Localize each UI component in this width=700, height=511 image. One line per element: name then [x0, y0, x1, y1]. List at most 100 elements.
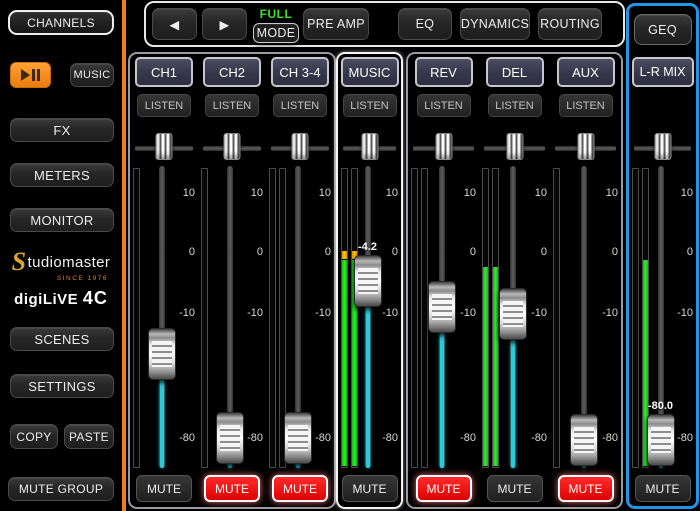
- fader-zone-lrmix: 100-10-80-80.0: [629, 166, 696, 470]
- level-meter-music-2: [351, 168, 358, 468]
- db-scale-label: 10: [307, 187, 331, 199]
- mute-button-ch1[interactable]: MUTE: [136, 475, 192, 502]
- channel-select-button-rev[interactable]: REV: [415, 57, 473, 87]
- level-meter-aux-1: [553, 168, 560, 468]
- mute-button-ch2[interactable]: MUTE: [204, 475, 260, 502]
- music-source-button[interactable]: MUSIC: [70, 63, 114, 87]
- fader-knob-ridges: [574, 427, 594, 453]
- listen-button-ch2[interactable]: LISTEN: [205, 94, 259, 117]
- geq-button[interactable]: GEQ: [634, 14, 692, 45]
- mute-button-del[interactable]: MUTE: [487, 475, 543, 502]
- db-scale-label: -80: [452, 432, 476, 444]
- mute-group-button[interactable]: MUTE GROUP: [8, 477, 114, 501]
- pan-knob-ch1[interactable]: [156, 133, 173, 160]
- dynamics-tab-button[interactable]: DYNAMICS: [460, 8, 530, 40]
- mixer-app: CHANNELS MUSIC FX METERS MONITOR Studiom…: [0, 0, 700, 511]
- monitor-button[interactable]: MONITOR: [10, 208, 114, 232]
- listen-button-music[interactable]: LISTEN: [343, 94, 397, 117]
- level-meter-rev-2: [421, 168, 428, 468]
- db-scale-label: -10: [523, 307, 547, 319]
- channel-select-button-ch1[interactable]: CH1: [135, 57, 193, 87]
- preamp-tab-button[interactable]: PRE AMP: [303, 8, 369, 40]
- channel-select-button-ch2[interactable]: CH2: [203, 57, 261, 87]
- mute-button-lrmix[interactable]: MUTE: [635, 475, 691, 502]
- mute-button-ch34[interactable]: MUTE: [272, 475, 328, 502]
- prev-channel-button[interactable]: ◀: [152, 8, 197, 40]
- pan-knob-music[interactable]: [361, 133, 378, 160]
- fader-value-readout-lrmix: -80.0: [639, 400, 683, 412]
- pan-knob-del[interactable]: [506, 133, 523, 160]
- digilive-logo: digiLiVE 4C: [0, 289, 122, 307]
- db-scale-label: -10: [669, 307, 693, 319]
- meter-level-fill: [483, 267, 488, 466]
- eq-tab-button[interactable]: EQ: [398, 8, 452, 40]
- meter-level-fill: [493, 267, 498, 466]
- fader-zone-ch1: 100-10-80: [130, 166, 198, 470]
- fader-knob-music[interactable]: [354, 255, 382, 307]
- main-mix-group: GEQ L-R MIX100-10-80-80.0MUTE: [626, 3, 699, 509]
- orange-divider: [122, 0, 126, 511]
- pan-knob-rev[interactable]: [435, 133, 452, 160]
- routing-tab-button[interactable]: ROUTING: [538, 8, 602, 40]
- level-meter-del-1: [482, 168, 489, 468]
- db-scale-label: 10: [669, 187, 693, 199]
- meters-button[interactable]: METERS: [10, 163, 114, 187]
- channel-select-button-lrmix[interactable]: L-R MIX: [632, 57, 694, 87]
- scenes-button[interactable]: SCENES: [10, 327, 114, 351]
- mode-state-label: FULL: [248, 7, 304, 21]
- mode-button[interactable]: MODE: [253, 23, 299, 43]
- db-scale-label: -80: [523, 432, 547, 444]
- mute-button-aux[interactable]: MUTE: [558, 475, 614, 502]
- fader-tail-del: [511, 337, 515, 468]
- mute-button-music[interactable]: MUTE: [342, 475, 398, 502]
- sidebar: CHANNELS MUSIC FX METERS MONITOR Studiom…: [0, 0, 122, 511]
- channel-select-button-aux[interactable]: AUX: [557, 57, 615, 87]
- listen-button-ch34[interactable]: LISTEN: [273, 94, 327, 117]
- brand-tagline: SINCE 1976: [0, 276, 122, 283]
- pan-knob-ch34[interactable]: [292, 133, 309, 160]
- listen-button-ch1[interactable]: LISTEN: [137, 94, 191, 117]
- db-scale-label: 10: [594, 187, 618, 199]
- db-scale-label: -10: [374, 307, 398, 319]
- next-channel-button[interactable]: ▶: [202, 8, 247, 40]
- db-scale-label: -10: [307, 307, 331, 319]
- db-scale-label: -10: [594, 307, 618, 319]
- channel-strip-ch2: CH2LISTEN100-10-80MUTE: [198, 54, 266, 507]
- listen-button-aux[interactable]: LISTEN: [559, 94, 613, 117]
- pan-knob-aux[interactable]: [577, 133, 594, 160]
- channel-select-button-del[interactable]: DEL: [486, 57, 544, 87]
- db-scale-label: -80: [239, 432, 263, 444]
- fader-zone-aux: 100-10-80: [550, 166, 621, 470]
- channel-strip-rev: REVLISTEN100-10-80MUTE: [408, 54, 479, 507]
- db-scale-label: -80: [374, 432, 398, 444]
- fx-aux-channels-group: REVLISTEN100-10-80MUTEDELLISTEN100-10-80…: [406, 52, 623, 509]
- listen-button-del[interactable]: LISTEN: [488, 94, 542, 117]
- channel-select-button-ch34[interactable]: CH 3-4: [271, 57, 329, 87]
- level-meter-ch2-1: [201, 168, 208, 468]
- paste-button[interactable]: PASTE: [64, 424, 114, 449]
- fader-value-readout-music: -4.2: [346, 241, 390, 253]
- channel-select-button-music[interactable]: MUSIC: [341, 57, 399, 87]
- fader-tail-music: [366, 304, 370, 468]
- level-meter-music-1: [341, 168, 348, 468]
- channels-button[interactable]: CHANNELS: [8, 10, 114, 35]
- play-pause-button[interactable]: [10, 62, 51, 88]
- pan-knob-lrmix[interactable]: [654, 133, 671, 160]
- fader-knob-ridges: [152, 341, 172, 367]
- db-scale-label: 0: [594, 246, 618, 258]
- brand-logo: Studiomaster SINCE 1976 digiLiVE 4C: [0, 249, 122, 307]
- listen-button-rev[interactable]: LISTEN: [417, 94, 471, 117]
- view-toolbar: ◀ ▶ FULL MODE PRE AMP EQ DYNAMICS ROUTIN…: [144, 1, 625, 47]
- pan-knob-ch2[interactable]: [224, 133, 241, 160]
- mute-button-rev[interactable]: MUTE: [416, 475, 472, 502]
- copy-button[interactable]: COPY: [10, 424, 58, 449]
- fader-knob-ch1[interactable]: [148, 328, 176, 380]
- level-meter-ch34-1: [269, 168, 276, 468]
- fx-button[interactable]: FX: [10, 118, 114, 142]
- db-scale-label: -10: [171, 307, 195, 319]
- db-scale-label: 10: [523, 187, 547, 199]
- db-scale-label: 10: [239, 187, 263, 199]
- db-scale-label: 0: [669, 246, 693, 258]
- settings-button[interactable]: SETTINGS: [10, 374, 114, 398]
- fader-zone-ch2: 100-10-80: [198, 166, 266, 470]
